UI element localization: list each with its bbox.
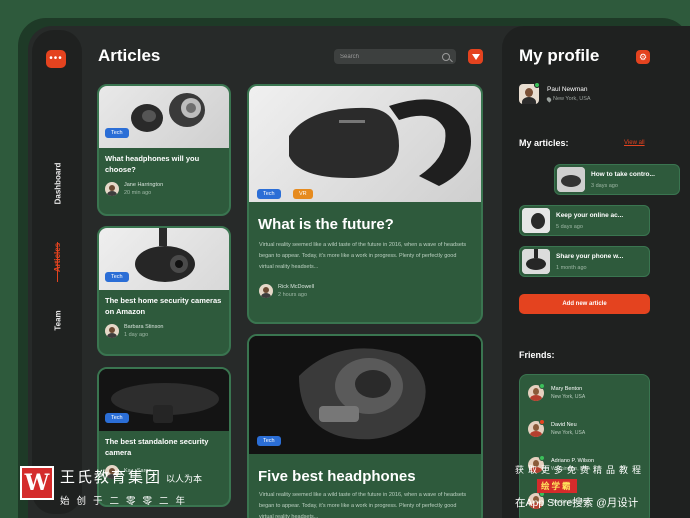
article-thumbnail: [557, 167, 585, 192]
vr-headset-image: [249, 86, 481, 202]
watermark-brand: 王氏教育集团: [60, 469, 163, 486]
earbuds-image: [99, 86, 229, 148]
author-info: Jane Harrington 20 min ago: [105, 182, 163, 196]
dots-icon: •••: [49, 53, 63, 64]
watermark-slogan: 以人为本: [166, 474, 203, 484]
sidebar-item-label: Team: [53, 309, 63, 331]
post-time: 2 hours ago: [278, 292, 308, 298]
my-article-title: How to take contro...: [591, 171, 655, 178]
location-pin-icon: [545, 95, 553, 103]
author-name: Jane Harrington: [124, 182, 164, 188]
avatar: [105, 182, 119, 196]
sidebar-item-dashboard[interactable]: Dashboard: [38, 148, 78, 218]
friend-item[interactable]: David Neu New York, USA: [528, 419, 586, 437]
page-title: Articles: [98, 46, 161, 65]
sidebar-item-articles[interactable]: Articles: [38, 222, 78, 292]
author-info: Barbara Stinson 1 day ago: [105, 324, 163, 338]
search-bar[interactable]: [334, 49, 456, 64]
friends-heading: Friends:: [519, 350, 555, 360]
sidebar-item-team[interactable]: Team: [38, 285, 78, 355]
author-name: Rick McDowell: [278, 284, 315, 290]
profile-panel: My profile ⚙ Paul Newman New York, USA M…: [502, 26, 690, 518]
status-dot: [539, 383, 545, 389]
user-info: Paul Newman New York, USA: [519, 82, 591, 104]
filter-button[interactable]: [468, 49, 483, 64]
profile-title: My profile: [519, 46, 600, 65]
friend-item[interactable]: Mary Benton New York, USA: [528, 383, 586, 401]
my-article-date: 5 days ago: [556, 224, 583, 230]
friend-location: New York, USA: [551, 394, 586, 400]
online-status-dot: [534, 82, 540, 88]
watermark-logo: W: [20, 466, 54, 500]
add-new-article-button[interactable]: Add new article: [519, 294, 650, 314]
search-input[interactable]: [340, 53, 430, 60]
post-time: 20 min ago: [124, 190, 152, 196]
article-card[interactable]: Tech What headphones will you choose? Ja…: [97, 84, 231, 216]
view-all-link[interactable]: View all: [624, 140, 645, 146]
article-title[interactable]: What headphones will you choose?: [105, 153, 223, 175]
tag-badge[interactable]: Tech: [105, 272, 129, 282]
search-icon[interactable]: [442, 52, 450, 61]
post-time: 1 day ago: [124, 332, 149, 338]
tag-badge[interactable]: Tech: [105, 413, 129, 423]
active-indicator: [57, 242, 58, 282]
my-article-title: Share your phone w...: [556, 253, 624, 260]
my-article-date: 3 days ago: [591, 183, 618, 189]
my-article-item[interactable]: Keep your online ac... 5 days ago: [519, 205, 650, 236]
article-title[interactable]: Five best headphones: [258, 468, 475, 486]
article-title[interactable]: What is the future?: [258, 216, 475, 234]
article-card[interactable]: Tech The best home security cameras on A…: [97, 226, 231, 356]
location-text: New York, USA: [553, 96, 591, 102]
watermark-subtitle: 始创于二零零二年: [60, 496, 193, 507]
my-articles-heading: My articles:: [519, 138, 569, 148]
author-info: Rick McDowell 2 hours ago: [259, 284, 314, 298]
gear-icon: ⚙: [638, 51, 648, 62]
menu-button[interactable]: •••: [46, 50, 66, 68]
sidebar: ••• Dashboard Articles Team: [32, 30, 82, 514]
headphone-cutaway-image: [249, 336, 481, 454]
watermark-line1: 获取更多免费精品教程: [515, 465, 646, 475]
tag-badge-vr[interactable]: VR: [293, 189, 313, 199]
sidebar-item-label: Dashboard: [53, 162, 63, 204]
user-location: New York, USA: [545, 95, 591, 103]
tag-badge[interactable]: Tech: [257, 436, 281, 446]
article-excerpt: Virtual reality seemed like a wild taste…: [259, 242, 467, 270]
status-dot: [539, 419, 545, 425]
tag-badge[interactable]: Tech: [105, 128, 129, 138]
article-thumbnail: [522, 208, 550, 233]
settings-button[interactable]: ⚙: [636, 50, 650, 64]
featured-article-card[interactable]: Tech VR What is the future? Virtual real…: [247, 84, 483, 324]
app-window: ••• Dashboard Articles Team Articles Tec…: [28, 26, 690, 518]
my-article-title: Keep your online ac...: [556, 212, 624, 219]
watermark-right: 获取更多免费精品教程 绘学霸 在App Store搜索 @月设计: [515, 463, 690, 510]
article-title[interactable]: The best standalone security camera: [105, 436, 223, 458]
user-name: Paul Newman: [547, 86, 588, 93]
author-name: Barbara Stinson: [124, 324, 164, 330]
tag-badge[interactable]: Tech: [257, 189, 281, 199]
avatar: [259, 284, 273, 298]
filter-icon: [471, 53, 480, 60]
my-article-date: 1 month ago: [556, 265, 587, 271]
my-article-item[interactable]: How to take contro... 3 days ago: [554, 164, 680, 195]
featured-article-card[interactable]: Tech Five best headphones Virtual realit…: [247, 334, 483, 518]
friend-name: David Neu: [551, 422, 577, 428]
avatar: [105, 324, 119, 338]
watermark-line3: 在App Store搜索 @月设计: [515, 497, 639, 509]
status-dot: [539, 455, 545, 461]
article-thumbnail: [522, 249, 550, 274]
friend-name: Mary Benton: [551, 386, 583, 392]
watermark-left: W 王氏教育集团 以人为本 始创于二零零二年: [20, 466, 202, 507]
watermark-badge: 绘学霸: [537, 479, 577, 493]
my-article-item[interactable]: Share your phone w... 1 month ago: [519, 246, 650, 277]
friend-location: New York, USA: [551, 430, 586, 436]
article-excerpt: Virtual reality seemed like a wild taste…: [259, 492, 467, 518]
article-title[interactable]: The best home security cameras on Amazon: [105, 295, 223, 317]
